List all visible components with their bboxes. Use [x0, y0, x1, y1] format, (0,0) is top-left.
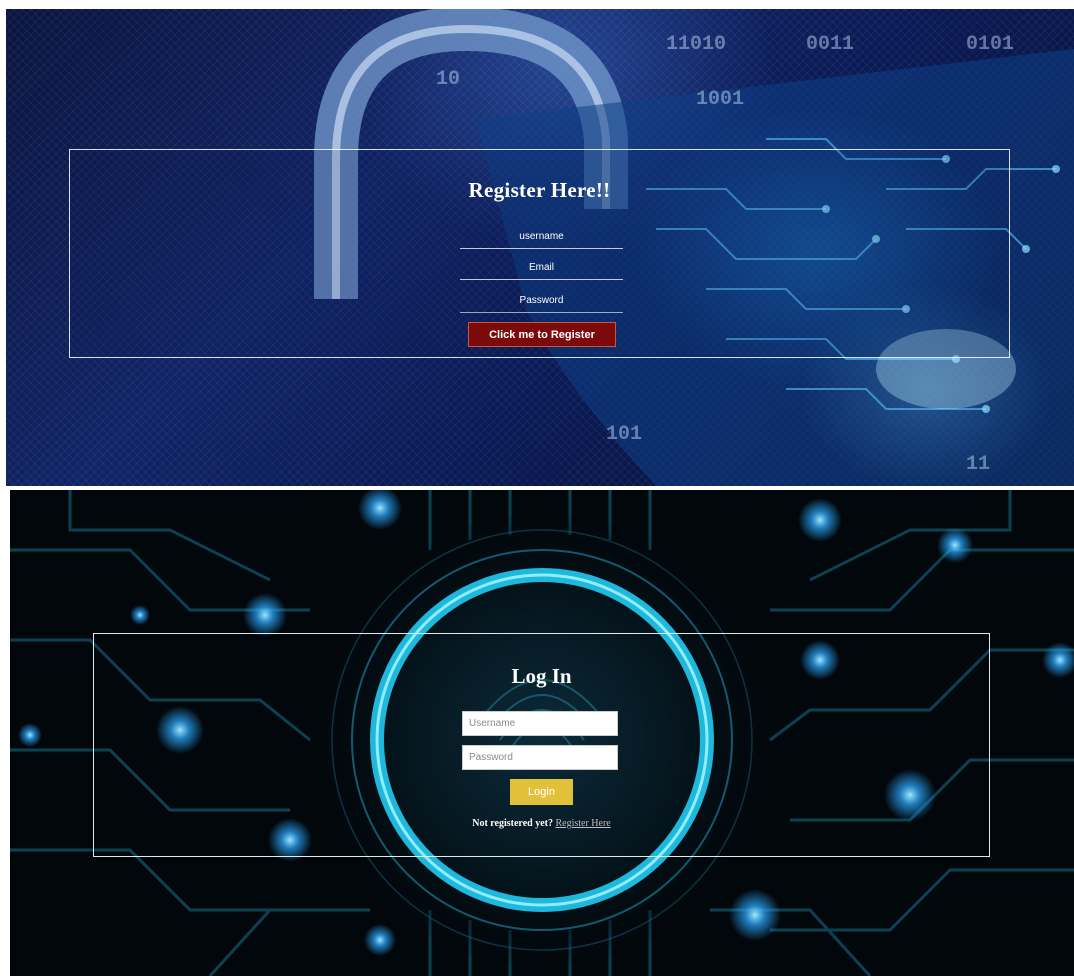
register-form: Register Here!! username Email Password …	[69, 149, 1010, 358]
password-input[interactable]: Password	[462, 745, 618, 770]
password-field[interactable]: Password	[460, 290, 623, 313]
email-field[interactable]: Email	[460, 257, 623, 280]
not-registered-text: Not registered yet?	[472, 818, 553, 829]
register-screen: 11010 0011 0101 10 1001 101 11 Register …	[6, 9, 1074, 486]
register-here-link[interactable]: Register Here	[555, 818, 610, 829]
svg-text:11010: 11010	[666, 33, 726, 56]
login-button[interactable]: Login	[510, 779, 573, 805]
svg-text:1001: 1001	[696, 88, 744, 111]
register-button[interactable]: Click me to Register	[468, 322, 616, 347]
username-input[interactable]: Username	[462, 711, 618, 736]
login-form: Log In Username Password Login Not regis…	[93, 633, 990, 857]
svg-text:10: 10	[436, 68, 460, 91]
svg-text:11: 11	[966, 453, 990, 476]
login-title: Log In	[511, 664, 572, 688]
register-title: Register Here!!	[468, 178, 611, 202]
svg-text:0011: 0011	[806, 33, 854, 56]
svg-text:101: 101	[606, 423, 642, 446]
login-screen: Log In Username Password Login Not regis…	[10, 490, 1074, 976]
svg-text:0101: 0101	[966, 33, 1014, 56]
username-field[interactable]: username	[460, 226, 623, 249]
register-prompt: Not registered yet? Register Here	[94, 818, 989, 829]
